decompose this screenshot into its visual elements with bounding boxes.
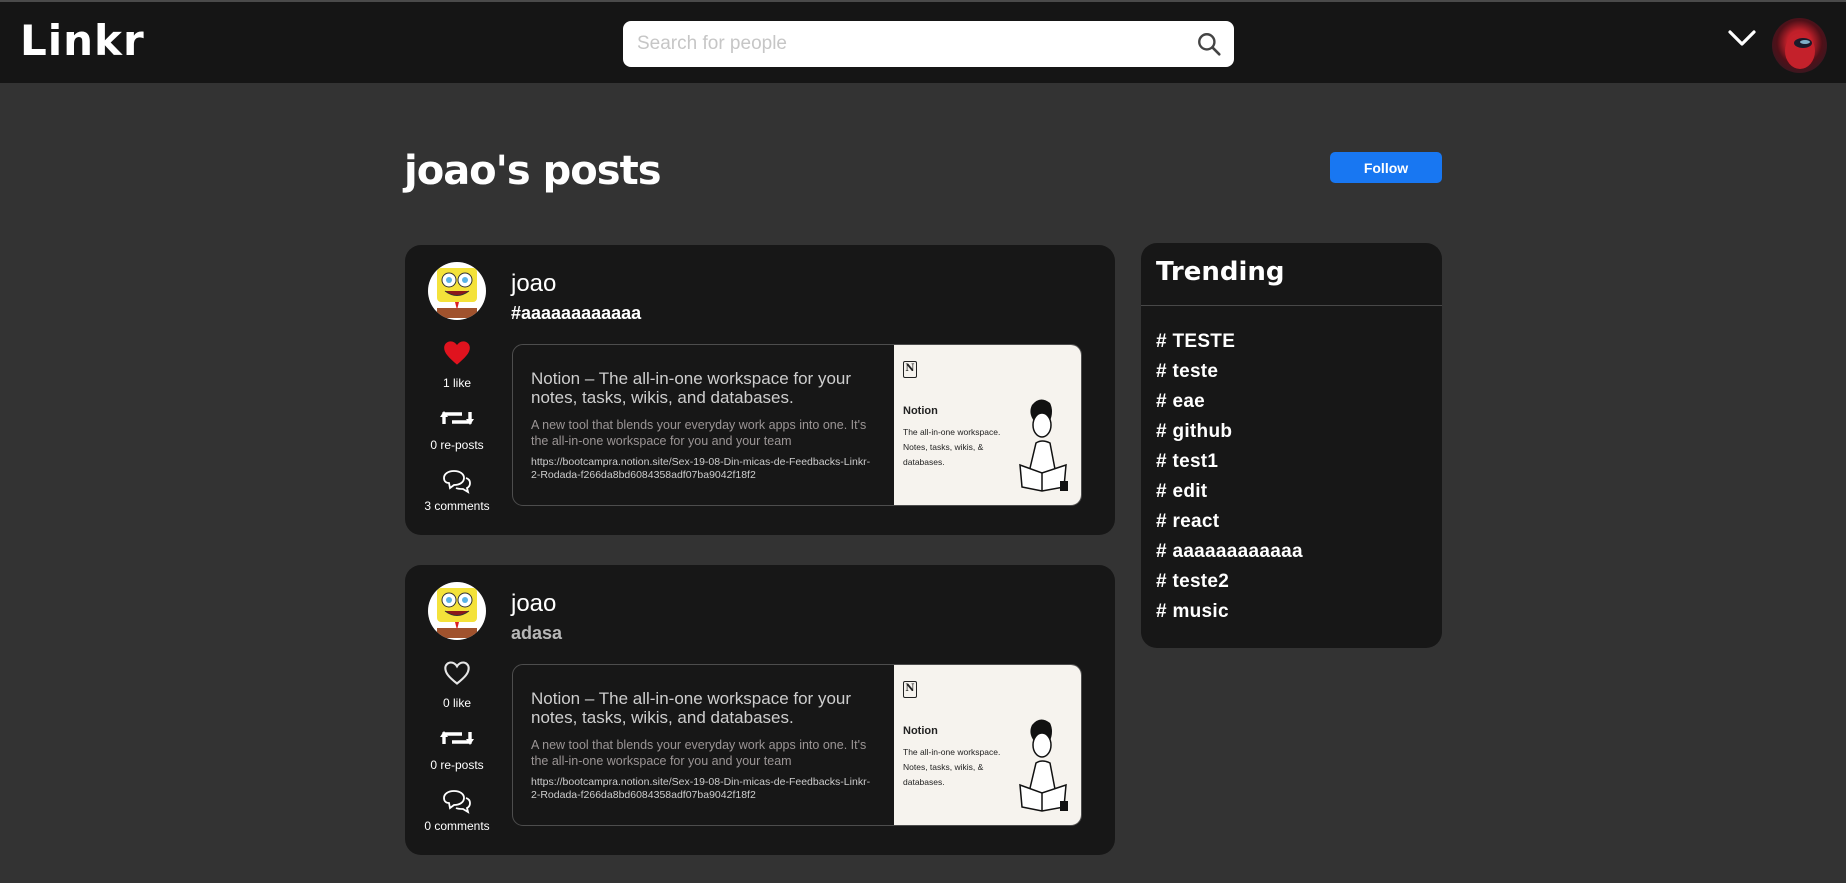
- like-action: 0 like: [405, 660, 509, 710]
- top-bar: Linkr: [0, 0, 1846, 83]
- likes-count: 1 like: [442, 376, 471, 390]
- post-avatar[interactable]: [428, 582, 486, 640]
- repost-action: 0 re-posts: [405, 407, 509, 452]
- trending-tag[interactable]: # github: [1156, 417, 1303, 447]
- app-logo[interactable]: Linkr: [20, 16, 145, 65]
- post-card: joao #aaaaaaaaaaaa 1 like 0 re-posts 3 c…: [405, 245, 1115, 535]
- person-reading-illustration: [1019, 399, 1068, 492]
- trending-title: Trending: [1156, 257, 1285, 287]
- notion-logo-icon: N: [903, 681, 917, 698]
- trending-tag[interactable]: # eae: [1156, 387, 1303, 417]
- link-title: Notion – The all-in-one workspace for yo…: [531, 689, 852, 727]
- search-icon[interactable]: [1196, 31, 1222, 57]
- link-description: A new tool that blends your everyday wor…: [531, 738, 867, 768]
- notion-logo-icon: N: [903, 361, 917, 378]
- link-image-tagline: The all-in-one workspace. Notes, tasks, …: [903, 427, 1001, 467]
- comment-action: 0 comments: [405, 790, 509, 833]
- reposts-count: 0 re-posts: [430, 438, 484, 452]
- link-image-brand: Notion: [903, 725, 938, 737]
- page-title: joao's posts: [404, 148, 661, 194]
- repost-icon[interactable]: [440, 407, 474, 429]
- link-preview[interactable]: Notion – The all-in-one workspace for yo…: [512, 664, 1082, 826]
- link-description: A new tool that blends your everyday wor…: [531, 418, 867, 448]
- chevron-down-icon[interactable]: [1727, 26, 1757, 50]
- link-title: Notion – The all-in-one workspace for yo…: [531, 369, 852, 407]
- heart-outline-icon[interactable]: [443, 660, 471, 686]
- trending-divider: [1141, 305, 1442, 306]
- comment-action: 3 comments: [405, 470, 509, 513]
- trending-tag[interactable]: # music: [1156, 597, 1303, 627]
- follow-button[interactable]: Follow: [1330, 152, 1442, 183]
- link-image-tagline: The all-in-one workspace. Notes, tasks, …: [903, 747, 1001, 787]
- trending-tag[interactable]: # teste: [1156, 357, 1303, 387]
- search-box: [623, 21, 1234, 67]
- post-username[interactable]: joao: [511, 270, 556, 298]
- comments-count: 0 comments: [424, 819, 490, 833]
- heart-filled-icon[interactable]: [443, 340, 471, 366]
- trending-tag[interactable]: # test1: [1156, 447, 1303, 477]
- trending-list: # TESTE # teste # eae # github # test1 #…: [1156, 327, 1303, 627]
- likes-count: 0 like: [442, 696, 471, 710]
- trending-tag[interactable]: # react: [1156, 507, 1303, 537]
- comment-icon[interactable]: [443, 470, 471, 494]
- trending-tag[interactable]: # TESTE: [1156, 327, 1303, 357]
- trending-panel: Trending # TESTE # teste # eae # github …: [1141, 243, 1442, 648]
- trending-tag[interactable]: # edit: [1156, 477, 1303, 507]
- search-input[interactable]: [623, 21, 1183, 67]
- like-action: 1 like: [405, 340, 509, 390]
- post-text: adasa: [511, 623, 563, 643]
- post-avatar[interactable]: [428, 262, 486, 320]
- repost-action: 0 re-posts: [405, 727, 509, 772]
- user-avatar[interactable]: [1772, 18, 1827, 73]
- repost-icon[interactable]: [440, 727, 474, 749]
- trending-tag[interactable]: # teste2: [1156, 567, 1303, 597]
- post-card: joao adasa 0 like 0 re-posts 0 comments …: [405, 565, 1115, 855]
- link-preview[interactable]: Notion – The all-in-one workspace for yo…: [512, 344, 1082, 506]
- post-text[interactable]: #aaaaaaaaaaaa: [511, 303, 641, 324]
- link-image: N Notion The all-in-one workspace. Notes…: [894, 345, 1081, 505]
- comment-icon[interactable]: [443, 790, 471, 814]
- person-reading-illustration: [1019, 719, 1068, 812]
- trending-tag[interactable]: # aaaaaaaaaaaa: [1156, 537, 1303, 567]
- reposts-count: 0 re-posts: [430, 758, 484, 772]
- link-url: https://bootcampra.notion.site/Sex-19-08…: [531, 776, 871, 801]
- link-url: https://bootcampra.notion.site/Sex-19-08…: [531, 456, 871, 481]
- post-username[interactable]: joao: [511, 590, 556, 618]
- link-image-brand: Notion: [903, 405, 938, 417]
- link-image: N Notion The all-in-one workspace. Notes…: [894, 665, 1081, 825]
- comments-count: 3 comments: [424, 499, 490, 513]
